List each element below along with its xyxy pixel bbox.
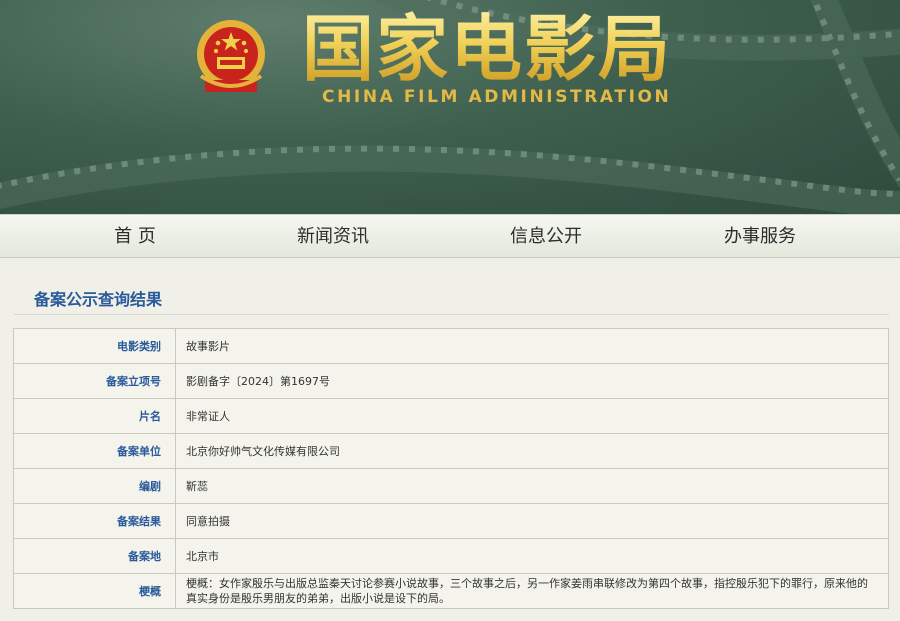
field-label: 电影类别 bbox=[13, 328, 176, 364]
field-value: 靳蕊 bbox=[175, 468, 889, 504]
main-content: 备案公示查询结果 电影类别 故事影片 备案立项号 影剧备字〔2024〕第1697… bbox=[0, 258, 900, 621]
field-value: 影剧备字〔2024〕第1697号 bbox=[175, 363, 889, 399]
nav-news[interactable]: 新闻资讯 bbox=[258, 215, 408, 259]
section-title: 备案公示查询结果 bbox=[34, 290, 163, 309]
table-row: 备案单位 北京你好帅气文化传媒有限公司 bbox=[13, 433, 889, 469]
nav-info-public[interactable]: 信息公开 bbox=[471, 215, 621, 259]
main-navigation: 首 页 新闻资讯 信息公开 办事服务 bbox=[0, 214, 900, 258]
field-value: 北京你好帅气文化传媒有限公司 bbox=[175, 433, 889, 469]
header-banner: 国家电影局 CHINA FILM ADMINISTRATION bbox=[0, 0, 900, 214]
table-row: 编剧 靳蕊 bbox=[13, 468, 889, 504]
field-value: 故事影片 bbox=[175, 328, 889, 364]
table-row: 备案结果 同意拍摄 bbox=[13, 503, 889, 539]
field-value: 同意拍摄 bbox=[175, 503, 889, 539]
field-label: 备案地 bbox=[13, 538, 176, 574]
site-title-chinese: 国家电影局 bbox=[302, 6, 712, 92]
filing-result-table: 电影类别 故事影片 备案立项号 影剧备字〔2024〕第1697号 片名 非常证人… bbox=[13, 328, 889, 609]
nav-home[interactable]: 首 页 bbox=[60, 215, 210, 259]
field-label: 备案立项号 bbox=[13, 363, 176, 399]
table-row: 梗概 梗概：女作家殷乐与出版总监秦天讨论参赛小说故事，三个故事之后，另一作家姜雨… bbox=[13, 573, 889, 609]
field-label: 备案结果 bbox=[13, 503, 176, 539]
nav-services[interactable]: 办事服务 bbox=[685, 215, 835, 259]
field-label: 编剧 bbox=[13, 468, 176, 504]
table-row: 备案地 北京市 bbox=[13, 538, 889, 574]
field-label: 片名 bbox=[13, 398, 176, 434]
national-emblem-icon bbox=[197, 20, 265, 92]
section-divider bbox=[14, 314, 889, 315]
field-label: 梗概 bbox=[13, 573, 176, 609]
site-title-english: CHINA FILM ADMINISTRATION bbox=[322, 87, 672, 107]
table-row: 片名 非常证人 bbox=[13, 398, 889, 434]
field-value: 北京市 bbox=[175, 538, 889, 574]
table-row: 备案立项号 影剧备字〔2024〕第1697号 bbox=[13, 363, 889, 399]
field-label: 备案单位 bbox=[13, 433, 176, 469]
field-value: 非常证人 bbox=[175, 398, 889, 434]
field-value-synopsis: 梗概：女作家殷乐与出版总监秦天讨论参赛小说故事，三个故事之后，另一作家姜雨串联修… bbox=[175, 573, 889, 609]
table-row: 电影类别 故事影片 bbox=[13, 328, 889, 364]
